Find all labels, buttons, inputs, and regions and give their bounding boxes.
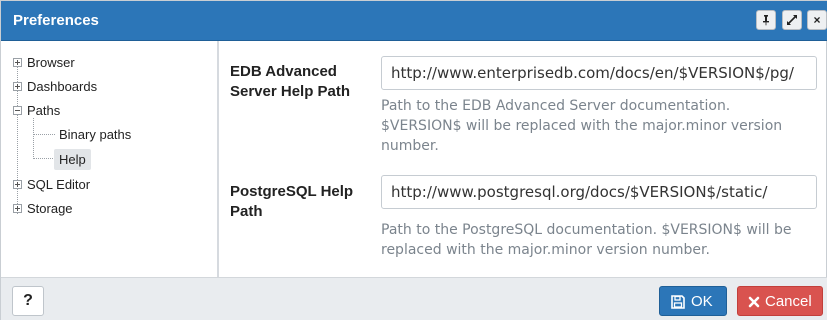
preferences-dialog: Preferences × Browser Dashboards Paths B… — [0, 0, 827, 320]
expand-icon — [787, 15, 797, 25]
preferences-tree: Browser Dashboards Paths Binary paths He… — [13, 48, 215, 276]
tree-item-label: SQL Editor — [27, 177, 91, 192]
edb-help-path-label: EDB Advanced Server Help Path — [230, 63, 351, 100]
edb-help-path-input[interactable]: http://www.enterprisedb.com/docs/en/$VER… — [381, 56, 817, 90]
close-button[interactable]: × — [807, 10, 827, 30]
tree-line — [33, 134, 55, 135]
tree-item-label: Storage — [27, 201, 73, 216]
postgresql-help-path-label: PostgreSQL Help Path — [230, 183, 354, 220]
collapse-icon[interactable] — [13, 106, 22, 115]
expand-button[interactable] — [782, 10, 802, 30]
cancel-button-label: Cancel — [765, 293, 812, 310]
dialog-titlebar[interactable]: Preferences × — [1, 1, 827, 41]
postgresql-help-path-description: Path to the PostgreSQL documentation. $V… — [381, 222, 792, 258]
ok-button[interactable]: OK — [659, 286, 727, 316]
dialog-footer: ? OK Cancel — [1, 277, 827, 320]
tree-item-label: Binary paths — [59, 127, 132, 142]
pin-icon — [763, 15, 769, 26]
tree-item-label: Paths — [27, 103, 61, 118]
expand-icon[interactable] — [13, 204, 22, 213]
expand-icon[interactable] — [13, 180, 22, 189]
tree-item-label: Browser — [27, 55, 75, 70]
ok-button-label: OK — [691, 293, 713, 310]
tree-item-label: Help — [54, 149, 91, 170]
help-button[interactable]: ? — [12, 286, 44, 316]
tree-line — [33, 118, 34, 159]
dialog-title: Preferences — [13, 12, 99, 29]
cancel-button[interactable]: Cancel — [737, 286, 823, 316]
tree-item-label: Dashboards — [27, 79, 98, 94]
tree-line — [33, 158, 55, 159]
close-icon: × — [813, 13, 821, 27]
panel-divider[interactable] — [217, 41, 219, 277]
expand-icon[interactable] — [13, 58, 22, 67]
save-icon — [671, 295, 685, 309]
expand-icon[interactable] — [13, 82, 22, 91]
edb-help-path-description: Path to the EDB Advanced Server document… — [381, 98, 783, 154]
postgresql-help-path-input[interactable]: http://www.postgresql.org/docs/$VERSION$… — [381, 175, 817, 209]
pin-button[interactable] — [756, 10, 776, 30]
close-icon — [748, 296, 760, 308]
